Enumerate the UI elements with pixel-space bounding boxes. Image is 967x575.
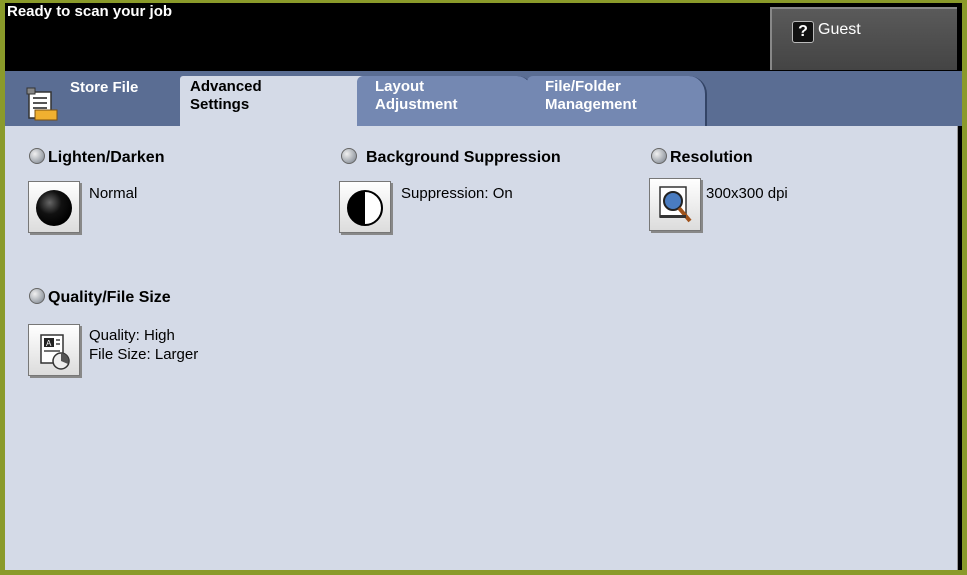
tab-label-line2: Adjustment (375, 96, 458, 113)
quality-document-icon: A (40, 334, 70, 370)
radio-icon (651, 148, 667, 164)
tab-label: Store File (70, 79, 139, 96)
radio-icon (29, 288, 45, 304)
background-suppression-value: Suppression: On (401, 185, 513, 202)
radio-icon (29, 148, 45, 164)
status-message: Ready to scan your job (7, 3, 173, 20)
resolution-title: Resolution (670, 149, 753, 166)
quality-file-size-button[interactable]: A (28, 324, 80, 376)
tab-advanced-settings[interactable]: Advanced Settings (180, 76, 365, 126)
background-suppression-button[interactable] (339, 181, 391, 233)
store-file-icon (26, 87, 58, 121)
lighten-darken-title: Lighten/Darken (48, 149, 165, 166)
tab-file-folder-management[interactable]: File/Folder Management (527, 76, 707, 126)
lighten-darken-button[interactable] (28, 181, 80, 233)
radio-icon (341, 148, 357, 164)
dark-sphere-icon (36, 190, 72, 226)
file-size-value: File Size: Larger (89, 346, 199, 363)
svg-text:A: A (46, 339, 52, 348)
tab-label-line2: Settings (190, 96, 250, 113)
background-suppression-title: Background Suppression (366, 149, 561, 166)
tab-label-line2: Management (545, 96, 637, 113)
resolution-header: Resolution (651, 148, 753, 167)
resolution-value: 300x300 dpi (706, 185, 788, 202)
resolution-button[interactable] (649, 178, 701, 231)
tab-label-line1: Advanced (190, 78, 262, 95)
quality-file-size-header: Quality/File Size (29, 288, 171, 307)
quality-value: Quality: High (89, 327, 175, 344)
half-circle-icon (347, 190, 383, 226)
lighten-darken-header: Lighten/Darken (29, 148, 164, 167)
tab-store-file[interactable]: Store File (5, 76, 177, 126)
tab-layout-adjustment[interactable]: Layout Adjustment (357, 76, 535, 126)
background-suppression-header: Background Suppression (341, 148, 561, 167)
magnifier-document-icon (659, 186, 692, 223)
tab-bar: Store File Advanced Settings Layout Adju… (5, 71, 962, 126)
lighten-darken-value: Normal (89, 185, 138, 202)
status-bar: Ready to scan your job ? Guest (5, 3, 962, 71)
guest-user-button[interactable]: ? Guest (770, 7, 957, 70)
help-icon: ? (792, 21, 814, 43)
guest-label: Guest (818, 21, 861, 38)
settings-panel: Lighten/Darken Normal Background Suppres… (5, 126, 958, 570)
quality-file-size-title: Quality/File Size (48, 289, 171, 306)
tab-label-line1: File/Folder (545, 78, 621, 95)
tab-label-line1: Layout (375, 78, 425, 95)
